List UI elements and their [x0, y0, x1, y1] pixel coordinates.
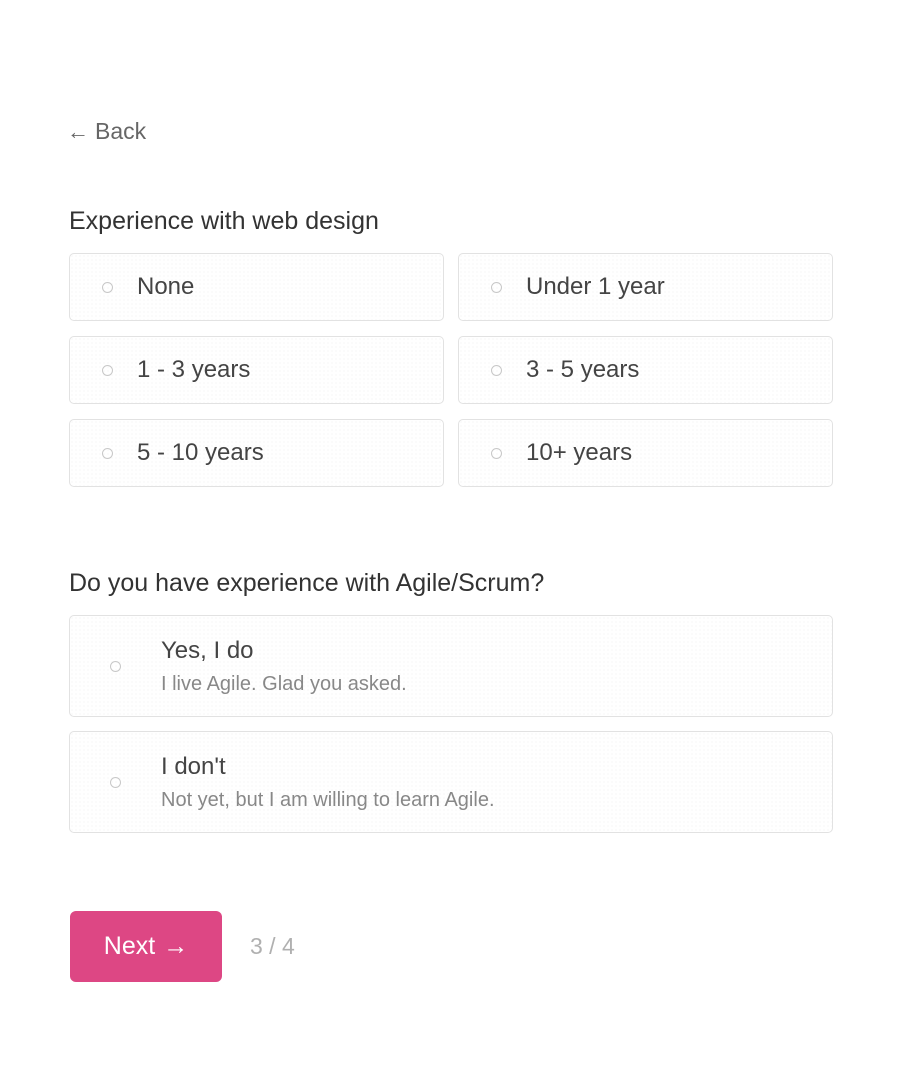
question-title-web-design: Experience with web design: [69, 207, 379, 235]
option-title: I don't: [161, 752, 226, 780]
option-5-10-years[interactable]: 5 - 10 years: [69, 419, 444, 487]
next-label: Next: [103, 932, 156, 960]
option-title: Yes, I do: [161, 636, 254, 664]
question-title-agile: Do you have experience with Agile/Scrum?: [69, 569, 545, 597]
radio-icon: [491, 447, 502, 459]
radio-icon: [102, 364, 113, 376]
web-design-options: None Under 1 year 1 - 3 years 3 - 5 year…: [69, 253, 833, 487]
option-under-1-year[interactable]: Under 1 year: [458, 253, 833, 321]
option-no[interactable]: I don't Not yet, but I am willing to lea…: [69, 731, 833, 833]
option-yes[interactable]: Yes, I do I live Agile. Glad you asked.: [69, 615, 833, 717]
radio-icon: [102, 281, 113, 293]
option-subtitle: I live Agile. Glad you asked.: [161, 672, 407, 695]
option-3-5-years[interactable]: 3 - 5 years: [458, 336, 833, 404]
radio-icon: [491, 281, 502, 293]
arrow-right-icon: →: [163, 932, 189, 960]
next-button[interactable]: Next →: [70, 911, 222, 982]
back-button[interactable]: ← Back: [67, 118, 146, 145]
option-label: 3 - 5 years: [526, 356, 640, 383]
radio-icon: [110, 660, 121, 672]
step-progress: 3 / 4: [250, 933, 295, 959]
option-label: 10+ years: [526, 439, 633, 466]
option-none[interactable]: None: [69, 253, 444, 321]
option-label: None: [137, 273, 195, 300]
agile-options: Yes, I do I live Agile. Glad you asked. …: [69, 615, 833, 833]
radio-icon: [110, 776, 121, 788]
back-label: Back: [95, 118, 147, 144]
option-1-3-years[interactable]: 1 - 3 years: [69, 336, 444, 404]
radio-icon: [491, 364, 502, 376]
radio-icon: [102, 447, 113, 459]
arrow-left-icon: ←: [67, 118, 89, 144]
option-10-plus-years[interactable]: 10+ years: [458, 419, 833, 487]
option-label: Under 1 year: [526, 273, 665, 300]
option-subtitle: Not yet, but I am willing to learn Agile…: [161, 788, 495, 811]
option-label: 1 - 3 years: [137, 356, 251, 383]
option-label: 5 - 10 years: [137, 439, 264, 466]
